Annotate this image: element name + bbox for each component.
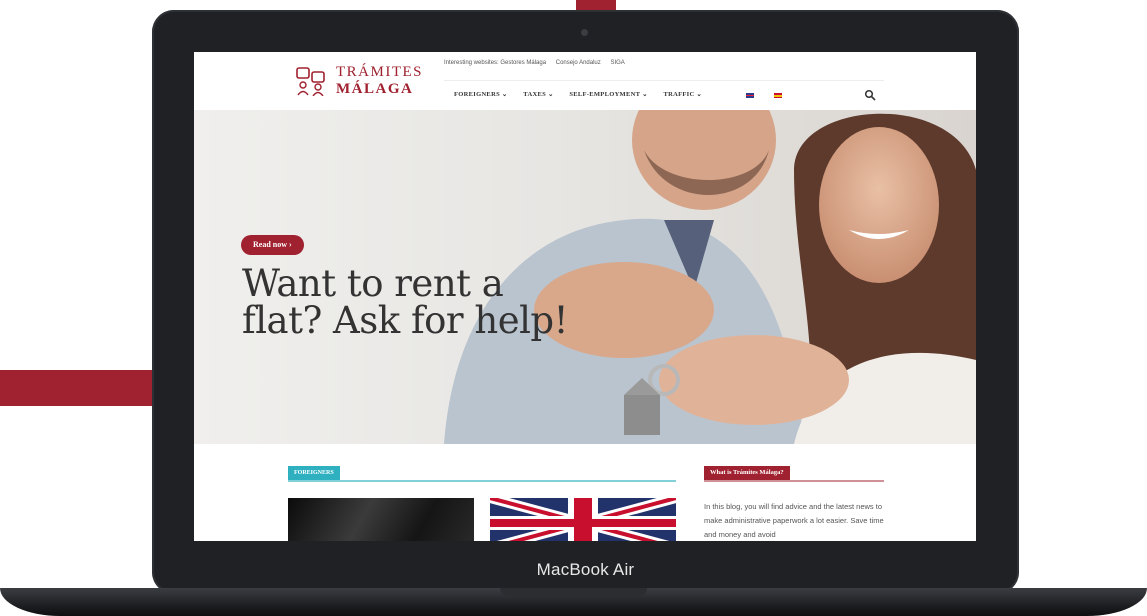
read-now-label: Read now [253,240,288,249]
article-thumbnail[interactable] [288,498,474,541]
search-icon[interactable] [864,89,876,101]
topbar-link-consejo[interactable]: Consejo Andaluz [556,60,601,66]
hero-title: Want to rent a flat? Ask for help! [242,262,568,342]
laptop-screen: TRÁMITES MÁLAGA Interesting websites: Ge… [194,52,976,541]
spanish-flag-icon[interactable] [774,93,782,98]
english-flag-icon[interactable] [746,93,754,98]
chevron-down-icon: ⌄ [501,91,508,98]
topbar-links: Interesting websites: Gestores Málaga Co… [444,60,633,66]
nav-item-traffic[interactable]: TRAFFIC ⌄ [663,91,702,98]
nav-label: FOREIGNERS [454,91,500,98]
chevron-right-icon: › [289,240,292,249]
main-nav: FOREIGNERS ⌄ TAXES ⌄ SELF-EMPLOYMENT ⌄ T… [454,90,716,98]
laptop-notch [500,588,647,596]
camera-icon [581,29,588,36]
chevron-down-icon: ⌄ [696,91,703,98]
hero-banner: Read now › Want to rent a flat? Ask for … [194,110,976,444]
sidebar-heading: What is Trámites Málaga? [704,466,790,480]
nav-item-taxes[interactable]: TAXES ⌄ [523,91,553,98]
category-divider [288,480,676,482]
decorative-bar-left [0,370,160,406]
sidebar-divider [704,480,884,482]
site-logo[interactable]: TRÁMITES MÁLAGA [296,64,422,100]
nav-label: TRAFFIC [663,91,695,98]
nav-label: SELF-EMPLOYMENT [569,91,641,98]
category-badge[interactable]: FOREIGNERS [288,466,340,480]
topbar-link-siga[interactable]: SIGA [610,60,624,66]
sidebar-text: In this blog, you will find advice and t… [704,502,884,539]
logo-icon [296,67,325,96]
uk-flag-thumbnail[interactable] [490,498,676,541]
nav-label: TAXES [523,91,546,98]
logo-text-line1: TRÁMITES [336,64,423,80]
logo-text-line2: MÁLAGA [336,81,414,97]
site-header: TRÁMITES MÁLAGA Interesting websites: Ge… [194,52,976,111]
topbar-divider [444,80,884,81]
nav-item-foreigners[interactable]: FOREIGNERS ⌄ [454,91,508,98]
read-now-button[interactable]: Read now › [241,235,304,255]
nav-item-self-employment[interactable]: SELF-EMPLOYMENT ⌄ [569,91,648,98]
topbar-link-gestores[interactable]: Interesting websites: Gestores Málaga [444,60,546,66]
device-label: MacBook Air [536,560,635,579]
chevron-down-icon: ⌄ [547,91,554,98]
chevron-down-icon: ⌄ [642,91,648,98]
